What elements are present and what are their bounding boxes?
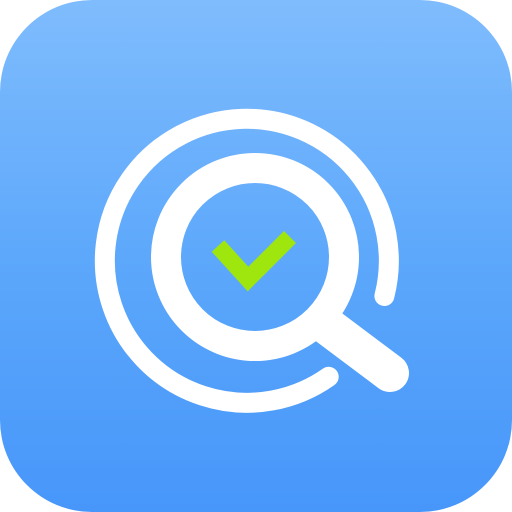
search-check-icon	[94, 108, 409, 413]
app-icon[interactable]	[0, 0, 512, 512]
magnifier-handle	[303, 303, 409, 392]
checkmark-icon	[211, 230, 297, 292]
